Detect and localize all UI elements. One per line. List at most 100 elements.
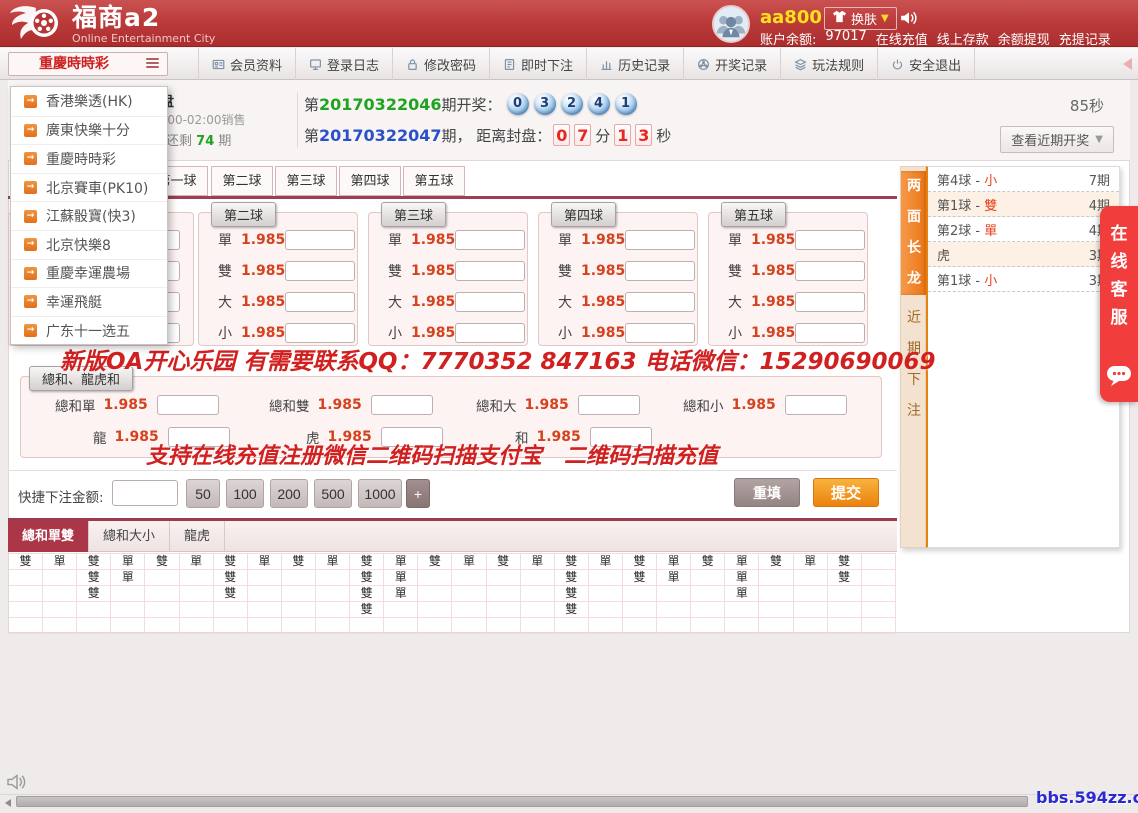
recent-draws-button[interactable]: 查看近期开奖 ▼ [1000, 126, 1114, 153]
bet-amount-input[interactable] [625, 230, 695, 250]
nav-scroll-arrow-icon[interactable] [1123, 58, 1132, 70]
sum-amount-input[interactable] [371, 395, 433, 415]
roadmap-cell: 雙 [828, 554, 862, 570]
lottery-menu-item[interactable]: → 幸運飛艇 [11, 287, 167, 316]
bet-amount-input[interactable] [455, 323, 525, 343]
more-amounts-button[interactable]: + [406, 479, 430, 508]
bet-option-row: 大 1.985 [388, 291, 514, 313]
header-link[interactable]: 线上存款 [937, 29, 989, 48]
roadmap-tab[interactable]: 總和大小 [89, 521, 170, 552]
avatar[interactable] [712, 5, 750, 43]
roadmap-cell: 單 [248, 554, 282, 570]
sum-amount-input[interactable] [157, 395, 219, 415]
nav-item[interactable]: 玩法规则 [780, 48, 877, 80]
quick-amount-100[interactable]: 100 [226, 479, 264, 508]
lottery-menu-item[interactable]: → 重慶幸運農場 [11, 259, 167, 288]
roadmap-cell: 雙 [282, 554, 316, 570]
nav-item[interactable]: 即时下注 [489, 48, 586, 80]
lottery-menu-item[interactable]: → 廣東快樂十分 [11, 116, 167, 145]
lottery-menu-label: 幸運飛艇 [46, 292, 102, 312]
lottery-menu-item[interactable]: → 重慶時時彩 [11, 144, 167, 173]
bet-amount-input[interactable] [455, 292, 525, 312]
bet-amount-input[interactable] [625, 292, 695, 312]
tab-ball-5[interactable]: 第五球 [403, 166, 465, 196]
nav-item-label: 安全退出 [909, 55, 961, 74]
long-dragon-row: 第1球 - 小 3期 [928, 267, 1119, 292]
roadmap-cell: 雙 [214, 586, 248, 602]
lottery-select[interactable]: 重慶時時彩 [8, 52, 168, 76]
quick-amount-500[interactable]: 500 [314, 479, 352, 508]
roadmap-cell: 雙 [555, 570, 589, 586]
draw-balls: 03241 [502, 93, 637, 115]
quick-bet-input[interactable] [112, 480, 178, 506]
bet-option-row: 雙 1.985 [388, 260, 514, 282]
header-sound-icon[interactable] [900, 10, 918, 30]
bet-amount-input[interactable] [455, 230, 525, 250]
header-link[interactable]: 在线充值 [876, 29, 928, 48]
nav-item[interactable]: 会员资料 [198, 48, 295, 80]
roadmap-cell [521, 570, 555, 586]
bet-amount-input[interactable] [625, 323, 695, 343]
header-links: 在线充值线上存款余额提现充提记录 [876, 29, 1111, 48]
nav-item[interactable]: 安全退出 [877, 48, 975, 80]
nav-item[interactable]: 登录日志 [295, 48, 392, 80]
horizontal-scrollbar-thumb[interactable] [16, 796, 1028, 807]
scrollbar-left-arrow[interactable] [5, 799, 11, 807]
tab-two-side-dragon[interactable]: 两面长龙 [901, 171, 927, 295]
nav-item[interactable]: 历史记录 [586, 48, 683, 80]
lottery-menu-item[interactable]: → 北京賽車(PK10) [11, 173, 167, 202]
submit-button[interactable]: 提交 [813, 478, 879, 507]
header-link[interactable]: 余额提现 [998, 29, 1050, 48]
bet-amount-input[interactable] [795, 230, 865, 250]
draw-ball: 4 [588, 93, 610, 115]
tab-ball-2[interactable]: 第二球 [211, 166, 273, 196]
online-service-tab[interactable]: 在线客服 [1100, 206, 1138, 402]
lottery-menu-item[interactable]: → 江蘇骰寶(快3) [11, 201, 167, 230]
roadmap-tab[interactable]: 總和單雙 [8, 521, 89, 552]
nav-item[interactable]: 开奖记录 [683, 48, 780, 80]
lottery-menu-item[interactable]: → 香港樂透(HK) [11, 87, 167, 116]
roadmap-tab[interactable]: 龍虎 [170, 521, 225, 552]
roadmap-cell: 雙 [555, 602, 589, 618]
sum-amount-input[interactable] [785, 395, 847, 415]
draw-ball: 2 [561, 93, 583, 115]
reset-button[interactable]: 重填 [734, 478, 800, 507]
lottery-menu-item[interactable]: → 广东十一选五 [11, 316, 167, 345]
bet-option-label: 小 [558, 323, 572, 343]
bet-amount-input[interactable] [285, 230, 355, 250]
quick-amount-1000[interactable]: 1000 [358, 479, 402, 508]
bet-amount-input[interactable] [285, 261, 355, 281]
quick-amount-200[interactable]: 200 [270, 479, 308, 508]
lottery-menu-item[interactable]: → 北京快樂8 [11, 230, 167, 259]
quick-bet-bar: 快捷下注金额: 501002005001000 + 重填 提交 [8, 470, 897, 518]
header-link[interactable]: 充提记录 [1059, 29, 1111, 48]
roadmap-cell [657, 618, 691, 634]
bet-amount-input[interactable] [795, 323, 865, 343]
tab-ball-4[interactable]: 第四球 [339, 166, 401, 196]
long-dragon-label: 第2球 - 單 [937, 220, 997, 239]
roadmap-cell [521, 586, 555, 602]
roadmap-cell [248, 570, 282, 586]
nav-item[interactable]: 修改密码 [392, 48, 489, 80]
bet-amount-input[interactable] [795, 261, 865, 281]
roadmap-cell: 單 [316, 554, 350, 570]
bet-amount-input[interactable] [795, 292, 865, 312]
skin-change-button[interactable]: 换肤 ▼ [824, 7, 897, 30]
roadmap-cell [828, 602, 862, 618]
lottery-menu-label: 北京快樂8 [46, 235, 111, 255]
quick-amount-50[interactable]: 50 [186, 479, 220, 508]
bet-option-label: 小 [728, 323, 742, 343]
bet-amount-input[interactable] [285, 323, 355, 343]
roadmap-cell [487, 586, 521, 602]
nav-item-label: 开奖记录 [715, 55, 767, 74]
bet-odds: 1.985 [241, 325, 285, 341]
footer-sound-icon[interactable] [6, 773, 28, 795]
bet-amount-input[interactable] [455, 261, 525, 281]
bet-amount-input[interactable] [625, 261, 695, 281]
sum-amount-input[interactable] [578, 395, 640, 415]
bet-amount-input[interactable] [285, 292, 355, 312]
roadmap-row: 雙單雙雙單雙雙單單雙 [9, 570, 896, 586]
roadmap-cell [691, 570, 725, 586]
tab-ball-3[interactable]: 第三球 [275, 166, 337, 196]
roadmap-cell [452, 586, 486, 602]
